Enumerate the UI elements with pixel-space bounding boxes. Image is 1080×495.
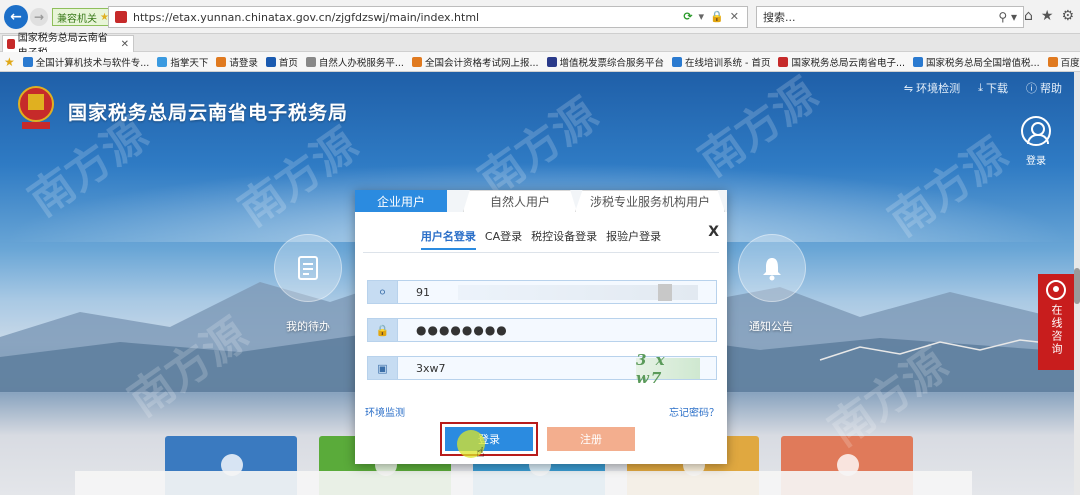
scrollbar[interactable] <box>1074 72 1080 495</box>
login-dialog: 企业用户 自然人用户 涉税专业服务机构用户 X 用户名登录 CA登录 税控设备登… <box>355 190 727 464</box>
image-icon: ▣ <box>368 357 398 379</box>
url-field[interactable]: https://etax.yunnan.chinatax.gov.cn/zjgf… <box>108 6 748 28</box>
favorite-link[interactable]: 全国计算机技术与软件专... <box>22 55 149 69</box>
site-title: 国家税务总局云南省电子税务局 <box>68 102 349 124</box>
favorite-favicon-icon <box>411 56 422 67</box>
arrow-right-icon: → <box>33 10 45 24</box>
env-check-link[interactable]: 环境监测 <box>365 404 405 419</box>
favorites-star-icon[interactable]: ★ <box>1041 8 1054 24</box>
close-icon[interactable]: ✕ <box>730 10 739 23</box>
tab-tax-device-login[interactable]: 税控设备登录 <box>531 228 597 250</box>
favorite-link[interactable]: 国家税务总局全国增值税... <box>913 55 1040 69</box>
tab-username-login[interactable]: 用户名登录 <box>420 228 476 250</box>
dropdown-icon[interactable]: ▾ <box>699 10 705 23</box>
captcha-input[interactable] <box>398 357 628 379</box>
favorite-link[interactable]: 国家税务总局云南省电子... <box>778 55 905 69</box>
favorite-favicon-icon <box>216 56 227 67</box>
login-method-tabs: 用户名登录 CA登录 税控设备登录 报验户登录 <box>355 228 727 250</box>
favorite-link[interactable]: 百度 <box>1047 55 1080 69</box>
scrollbar-thumb[interactable] <box>1074 268 1080 304</box>
download-link[interactable]: ⤓ 下载 <box>978 80 1008 96</box>
document-icon <box>298 256 318 280</box>
favorite-favicon-icon <box>672 56 683 67</box>
top-links: ⇋ 环境检测 ⤓ 下载 ⓘ 帮助 <box>904 80 1062 96</box>
browser-tab[interactable]: 国家税务总局云南省电子税... ✕ <box>2 33 134 59</box>
url-text: https://etax.yunnan.chinatax.gov.cn/zjgf… <box>133 10 480 24</box>
favorite-favicon-icon <box>546 56 557 67</box>
headset-icon <box>1046 280 1066 300</box>
notice-label: 通知公告 <box>749 320 793 333</box>
favorite-link[interactable]: 自然人办税服务平... <box>305 55 404 69</box>
lock-icon: 🔒 <box>368 319 398 341</box>
tax-emblem-logo <box>18 86 54 129</box>
refresh-icon[interactable]: ⟳ <box>683 10 692 23</box>
favorite-link[interactable]: 在线培训系统 - 首页 <box>672 55 770 69</box>
download-icon: ⤓ <box>978 81 983 94</box>
compat-mode-badge[interactable]: 兼容机关 ★ <box>52 8 114 26</box>
bell-icon <box>763 258 781 281</box>
register-button[interactable]: 注册 <box>547 427 635 451</box>
favorite-favicon-icon <box>1047 56 1058 67</box>
forward-button[interactable]: → <box>30 8 48 26</box>
forgot-password-link[interactable]: 忘记密码？ <box>669 404 719 419</box>
tab-inspection-login[interactable]: 报验户登录 <box>606 228 661 250</box>
home-icon[interactable]: ⌂ <box>1024 8 1033 24</box>
notice-button[interactable] <box>738 234 806 302</box>
favorite-link[interactable]: 指掌天下 <box>157 55 208 69</box>
favorite-favicon-icon <box>778 56 789 67</box>
favorite-link[interactable]: 全国会计资格考试网上报... <box>411 55 539 69</box>
favorite-favicon-icon <box>22 56 33 67</box>
password-input[interactable] <box>398 319 628 341</box>
todo-button[interactable] <box>274 234 342 302</box>
swap-icon: ⇋ <box>903 81 914 95</box>
arrow-left-icon: ← <box>10 9 22 25</box>
mouse-pointer-icon: ☝ <box>476 445 485 461</box>
user-avatar-icon <box>1021 116 1051 146</box>
tab-favicon-icon <box>7 39 15 49</box>
user-icon: ⚪ <box>368 281 398 303</box>
favorite-favicon-icon <box>157 56 168 67</box>
captcha-field[interactable]: ▣ 3 x w7 <box>367 351 717 387</box>
captcha-image[interactable]: 3 x w7 <box>636 351 700 387</box>
user-login-button[interactable]: 登录 <box>1018 116 1054 167</box>
gear-icon[interactable]: ⚙ <box>1061 8 1074 24</box>
favorite-link[interactable]: 请登录 <box>216 55 258 69</box>
tab-bar: 国家税务总局云南省电子税... ✕ <box>0 33 1080 59</box>
tab-ca-login[interactable]: CA登录 <box>485 228 522 250</box>
tab-tax-agency-user[interactable]: 涉税专业服务机构用户 <box>575 190 725 212</box>
address-bar: ← → 兼容机关 ★ https://etax.yunnan.chinatax.… <box>0 0 1080 34</box>
search-input[interactable]: 搜索... ⚲ ▾ <box>756 6 1024 28</box>
favorites-bar: ★ 全国计算机技术与软件专... 指掌天下 请登录 首页 自然人办税服务平... 全国会计… <box>0 52 1080 72</box>
tab-enterprise-user[interactable]: 企业用户 <box>355 190 447 212</box>
lock-icon: 🔒 <box>710 10 724 23</box>
tab-natural-person-user[interactable]: 自然人用户 <box>463 190 577 212</box>
back-button[interactable]: ← <box>4 5 28 29</box>
site-favicon-icon <box>115 11 127 23</box>
username-field[interactable]: ⚪ <box>367 280 717 304</box>
help-link[interactable]: ⓘ 帮助 <box>1026 80 1062 96</box>
tab-close-icon[interactable]: ✕ <box>121 39 129 50</box>
favorite-link[interactable]: 增值税发票综合服务平台 <box>546 55 664 69</box>
env-check-link[interactable]: ⇋ 环境检测 <box>904 80 960 96</box>
todo-label: 我的待办 <box>286 320 330 333</box>
favorite-favicon-icon <box>305 56 316 67</box>
favorite-favicon-icon <box>913 56 924 67</box>
search-icon[interactable]: ⚲ ▾ <box>998 10 1017 24</box>
favorites-star-icon[interactable]: ★ <box>4 55 15 69</box>
password-field[interactable]: 🔒 <box>367 318 717 342</box>
help-icon: ⓘ <box>1026 82 1037 95</box>
favorite-link[interactable]: 首页 <box>265 55 298 69</box>
favorite-favicon-icon <box>265 56 276 67</box>
online-service-button[interactable]: 在线咨询 <box>1038 274 1074 370</box>
